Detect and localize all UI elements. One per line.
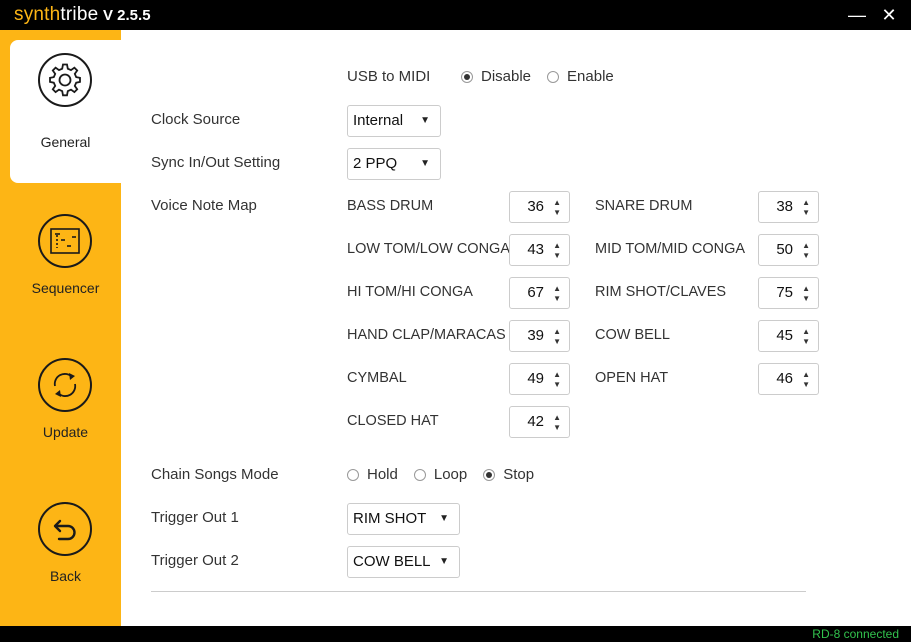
chain-songs-radio-group: Hold Loop Stop (347, 466, 550, 483)
minimize-button[interactable]: — (846, 4, 868, 26)
chevron-down-icon: ▼ (439, 556, 449, 567)
usb-midi-label: USB to MIDI (347, 68, 431, 85)
sync-setting-select[interactable]: 2 PPQ ▼ (347, 148, 441, 180)
sidebar-item-general[interactable]: General (10, 40, 121, 183)
spinner-up-icon[interactable]: ▲ (553, 414, 561, 422)
voice-name: COW BELL (595, 327, 670, 343)
sidebar-item-label: Sequencer (31, 280, 100, 296)
voice-note-spinner[interactable]: 38 ▲ ▼ (758, 191, 819, 223)
clock-source-select[interactable]: Internal ▼ (347, 105, 441, 137)
title-bar: synthtribe V 2.5.5 — ✕ (0, 0, 911, 30)
spinner-down-icon[interactable]: ▼ (553, 424, 561, 432)
voice-name: CYMBAL (347, 370, 407, 386)
voice-name: LOW TOM/LOW CONGA (347, 241, 511, 257)
app-version: V 2.5.5 (103, 7, 151, 24)
spinner-up-icon[interactable]: ▲ (802, 199, 810, 207)
connection-status: RD-8 connected (812, 627, 899, 641)
voice-note-spinner[interactable]: 45 ▲ ▼ (758, 320, 819, 352)
spinner-down-icon[interactable]: ▼ (802, 252, 810, 260)
voice-name: SNARE DRUM (595, 198, 693, 214)
spinner-down-icon[interactable]: ▼ (553, 381, 561, 389)
general-settings-panel: USB to MIDI Disable Enable Clock Source … (121, 30, 911, 626)
voice-note-spinner[interactable]: 42 ▲ ▼ (509, 406, 570, 438)
spinner-up-icon[interactable]: ▲ (802, 371, 810, 379)
spinner-down-icon[interactable]: ▼ (553, 209, 561, 217)
voice-note-spinner[interactable]: 75 ▲ ▼ (758, 277, 819, 309)
sidebar-item-label: Update (42, 424, 89, 440)
chain-hold-radio[interactable]: Hold (347, 466, 398, 483)
voice-name: RIM SHOT/CLAVES (595, 284, 727, 300)
radio-indicator (483, 468, 496, 481)
radio-indicator (547, 70, 560, 83)
voice-name: HI TOM/HI CONGA (347, 284, 473, 300)
voice-note-spinner[interactable]: 49 ▲ ▼ (509, 363, 570, 395)
spinner-up-icon[interactable]: ▲ (802, 285, 810, 293)
radio-indicator (461, 70, 473, 83)
voice-name: CLOSED HAT (347, 413, 439, 429)
sequencer-icon (38, 214, 92, 268)
trigger-out-1-select[interactable]: RIM SHOT ▼ (347, 503, 460, 535)
spinner-down-icon[interactable]: ▼ (802, 295, 810, 303)
spinner-down-icon[interactable]: ▼ (553, 295, 561, 303)
spinner-down-icon[interactable]: ▼ (802, 381, 810, 389)
chevron-down-icon: ▼ (439, 513, 449, 524)
sidebar-item-sequencer[interactable]: Sequencer (10, 184, 121, 327)
close-button[interactable]: ✕ (878, 4, 900, 26)
section-divider (151, 591, 806, 592)
trigger-out-1-label: Trigger Out 1 (151, 509, 239, 526)
trigger-out-2-select[interactable]: COW BELL ▼ (347, 546, 460, 578)
voice-name: MID TOM/MID CONGA (595, 241, 746, 257)
voice-note-spinner[interactable]: 67 ▲ ▼ (509, 277, 570, 309)
voice-note-spinner[interactable]: 50 ▲ ▼ (758, 234, 819, 266)
spinner-down-icon[interactable]: ▼ (553, 338, 561, 346)
sidebar-item-back[interactable]: Back (10, 472, 121, 615)
chain-songs-label: Chain Songs Mode (151, 466, 279, 483)
spinner-up-icon[interactable]: ▲ (553, 242, 561, 250)
chevron-down-icon: ▼ (420, 158, 430, 169)
spinner-up-icon[interactable]: ▲ (553, 371, 561, 379)
voice-name: BASS DRUM (347, 198, 434, 214)
spinner-up-icon[interactable]: ▲ (802, 328, 810, 336)
chain-stop-radio[interactable]: Stop (483, 466, 534, 483)
spinner-up-icon[interactable]: ▲ (802, 242, 810, 250)
voice-note-spinner[interactable]: 39 ▲ ▼ (509, 320, 570, 352)
voice-name: OPEN HAT (595, 370, 669, 386)
back-arrow-icon (38, 502, 92, 556)
voice-name: HAND CLAP/MARACAS (347, 327, 506, 343)
chain-loop-radio[interactable]: Loop (413, 466, 467, 483)
refresh-icon (38, 358, 92, 412)
gear-icon (38, 53, 92, 107)
spinner-down-icon[interactable]: ▼ (802, 338, 810, 346)
spinner-up-icon[interactable]: ▲ (553, 199, 561, 207)
radio-indicator (413, 468, 426, 481)
spinner-up-icon[interactable]: ▲ (553, 285, 561, 293)
trigger-out-2-label: Trigger Out 2 (151, 552, 239, 569)
radio-indicator (347, 468, 359, 481)
voice-note-map-label: Voice Note Map (151, 197, 257, 214)
sidebar-item-label: General (40, 134, 91, 150)
usb-midi-radio-group: Disable Enable (461, 68, 630, 85)
voice-note-spinner[interactable]: 43 ▲ ▼ (509, 234, 570, 266)
usb-midi-disable-radio[interactable]: Disable (461, 68, 531, 85)
status-bar: RD-8 connected (0, 626, 911, 642)
sidebar-item-label: Back (49, 568, 82, 584)
voice-note-spinner[interactable]: 36 ▲ ▼ (509, 191, 570, 223)
spinner-up-icon[interactable]: ▲ (553, 328, 561, 336)
sidebar-item-update[interactable]: Update (10, 328, 121, 471)
voice-note-spinner[interactable]: 46 ▲ ▼ (758, 363, 819, 395)
app-logo: synthtribe (14, 4, 99, 25)
sync-setting-label: Sync In/Out Setting (151, 154, 281, 171)
spinner-down-icon[interactable]: ▼ (802, 209, 810, 217)
clock-source-label: Clock Source (151, 111, 241, 128)
sidebar: General Sequencer Update Back (0, 30, 121, 626)
usb-midi-enable-radio[interactable]: Enable (547, 68, 614, 85)
chevron-down-icon: ▼ (420, 115, 430, 126)
spinner-down-icon[interactable]: ▼ (553, 252, 561, 260)
